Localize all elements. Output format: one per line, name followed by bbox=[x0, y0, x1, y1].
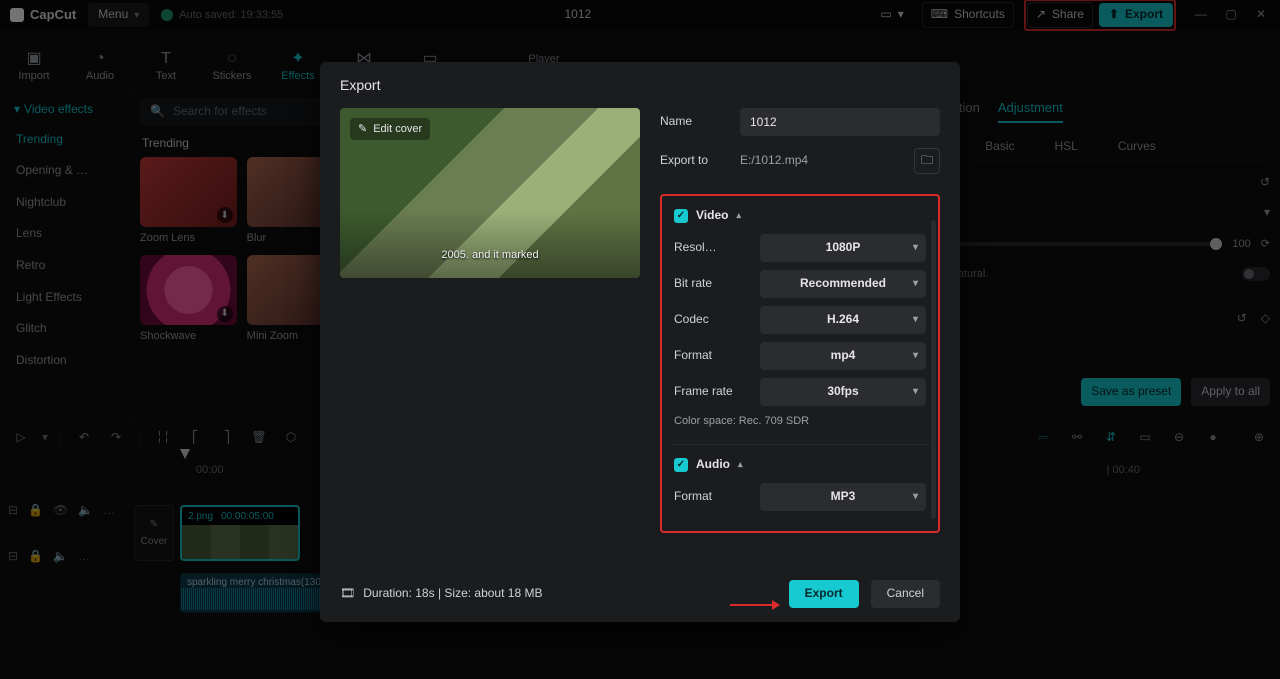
cover-caption: 2005. and it marked bbox=[340, 248, 640, 262]
film-icon: 🎞 bbox=[340, 586, 355, 602]
audio-checkbox[interactable]: ✓ bbox=[674, 458, 688, 472]
pencil-icon: ✎ bbox=[358, 122, 367, 136]
export-meta: Duration: 18s | Size: about 18 MB bbox=[363, 586, 542, 602]
colorspace-note: Color space: Rec. 709 SDR bbox=[674, 414, 926, 428]
resolution-label: Resol… bbox=[674, 240, 750, 256]
dialog-title: Export bbox=[320, 62, 960, 108]
folder-icon: 🗀 bbox=[921, 153, 933, 169]
codec-select[interactable]: H.264▾ bbox=[760, 306, 926, 334]
video-section[interactable]: ✓ Video ▴ bbox=[674, 208, 926, 224]
cancel-button[interactable]: Cancel bbox=[871, 580, 940, 608]
bitrate-label: Bit rate bbox=[674, 276, 750, 292]
fps-label: Frame rate bbox=[674, 384, 750, 400]
resolution-select[interactable]: 1080P▾ bbox=[760, 234, 926, 262]
exportto-path: E:/1012.mp4 bbox=[740, 153, 904, 169]
cover-preview[interactable]: ✎Edit cover 2005. and it marked bbox=[340, 108, 640, 278]
browse-folder-button[interactable]: 🗀 bbox=[914, 148, 940, 174]
fps-select[interactable]: 30fps▾ bbox=[760, 378, 926, 406]
dialog-footer: 🎞 Duration: 18s | Size: about 18 MB Expor… bbox=[340, 580, 940, 608]
edit-cover-button[interactable]: ✎Edit cover bbox=[350, 118, 430, 140]
export-form: Name Export to E:/1012.mp4 🗀 ✓ Video ▴ R… bbox=[660, 108, 940, 532]
export-dialog: Export ✎Edit cover 2005. and it marked N… bbox=[320, 62, 960, 622]
chevron-down-icon: ▾ bbox=[913, 241, 918, 254]
export-confirm-button[interactable]: Export bbox=[789, 580, 859, 608]
codec-label: Codec bbox=[674, 312, 750, 328]
audio-section[interactable]: ✓ Audio ▴ bbox=[674, 457, 926, 473]
settings-scrollbar[interactable] bbox=[931, 220, 936, 518]
name-label: Name bbox=[660, 114, 730, 130]
aformat-label: Format bbox=[674, 489, 750, 505]
collapse-icon[interactable]: ▴ bbox=[736, 210, 741, 222]
bitrate-select[interactable]: Recommended▾ bbox=[760, 270, 926, 298]
aformat-select[interactable]: MP3▾ bbox=[760, 483, 926, 511]
video-checkbox[interactable]: ✓ bbox=[674, 209, 688, 223]
exportto-label: Export to bbox=[660, 153, 730, 169]
export-settings-highlight: ✓ Video ▴ Resol… 1080P▾ Bit rate Recomme… bbox=[660, 194, 940, 532]
vformat-select[interactable]: mp4▾ bbox=[760, 342, 926, 370]
vformat-label: Format bbox=[674, 348, 750, 364]
name-input[interactable] bbox=[740, 108, 940, 136]
